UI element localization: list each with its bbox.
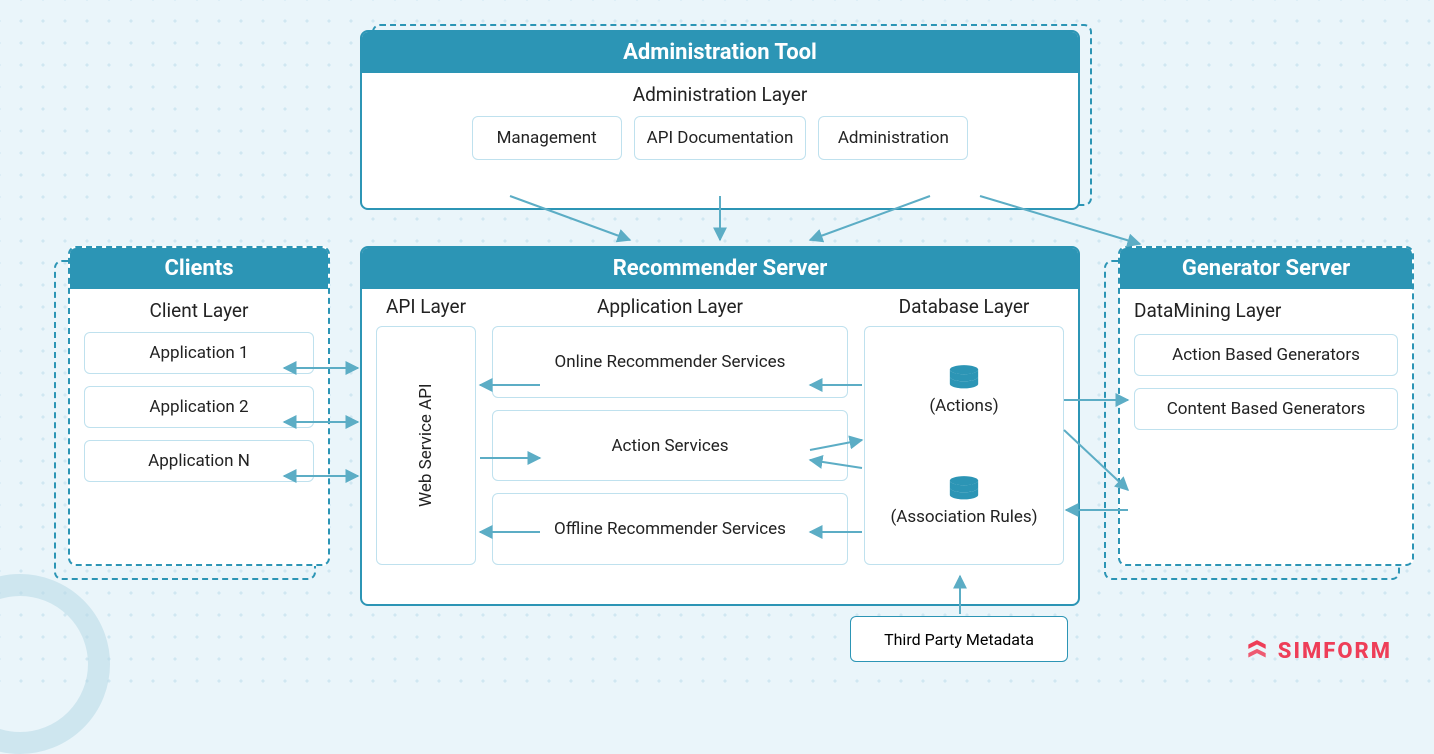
clients-title: Clients — [70, 248, 328, 289]
db-layer-label: Database Layer — [864, 289, 1064, 326]
db-assoc-label: (Association Rules) — [890, 507, 1037, 527]
admin-item-api-docs: API Documentation — [634, 116, 807, 160]
clients-layer-label: Client Layer — [70, 289, 328, 326]
admin-item-administration: Administration — [818, 116, 968, 160]
application-layer-col: Application Layer Online Recommender Ser… — [492, 289, 848, 565]
clients-panel: Clients Client Layer Application 1 Appli… — [68, 246, 330, 566]
recommender-panel: Recommender Server API Layer Web Service… — [360, 246, 1080, 606]
generator-panel: Generator Server DataMining Layer Action… — [1118, 246, 1414, 566]
gen-action-based: Action Based Generators — [1134, 334, 1398, 376]
database-box: (Actions) (Association Rules) — [864, 326, 1064, 565]
brand-text: SIMFORM — [1278, 639, 1392, 664]
api-layer-label: API Layer — [376, 289, 476, 326]
app-layer-label: Application Layer — [492, 289, 848, 326]
third-party-metadata-box: Third Party Metadata — [850, 616, 1068, 662]
generator-layer-label: DataMining Layer — [1120, 289, 1412, 328]
client-app-2: Application 2 — [84, 386, 314, 428]
db-association-rules: (Association Rules) — [890, 475, 1037, 527]
third-party-label: Third Party Metadata — [884, 630, 1034, 649]
db-actions: (Actions) — [929, 364, 998, 416]
web-service-api-box: Web Service API — [376, 326, 476, 565]
database-icon — [947, 364, 981, 392]
database-icon — [947, 475, 981, 503]
recommender-title: Recommender Server — [362, 248, 1078, 289]
client-app-n: Application N — [84, 440, 314, 482]
gen-content-based: Content Based Generators — [1134, 388, 1398, 430]
client-app-1: Application 1 — [84, 332, 314, 374]
app-offline-recommender: Offline Recommender Services — [492, 493, 848, 565]
brand-logo: SIMFORM — [1244, 638, 1392, 664]
brand-logo-icon — [1244, 638, 1270, 664]
admin-item-management: Management — [472, 116, 622, 160]
app-action-services: Action Services — [492, 410, 848, 482]
admin-panel: Administration Tool Administration Layer… — [360, 30, 1080, 210]
db-actions-label: (Actions) — [929, 396, 998, 416]
admin-title: Administration Tool — [362, 32, 1078, 73]
app-online-recommender: Online Recommender Services — [492, 326, 848, 398]
api-layer-col: API Layer Web Service API — [376, 289, 476, 565]
admin-layer-label: Administration Layer — [362, 73, 1078, 110]
database-layer-col: Database Layer (Actions) (Association Ru… — [864, 289, 1064, 565]
generator-title: Generator Server — [1120, 248, 1412, 289]
